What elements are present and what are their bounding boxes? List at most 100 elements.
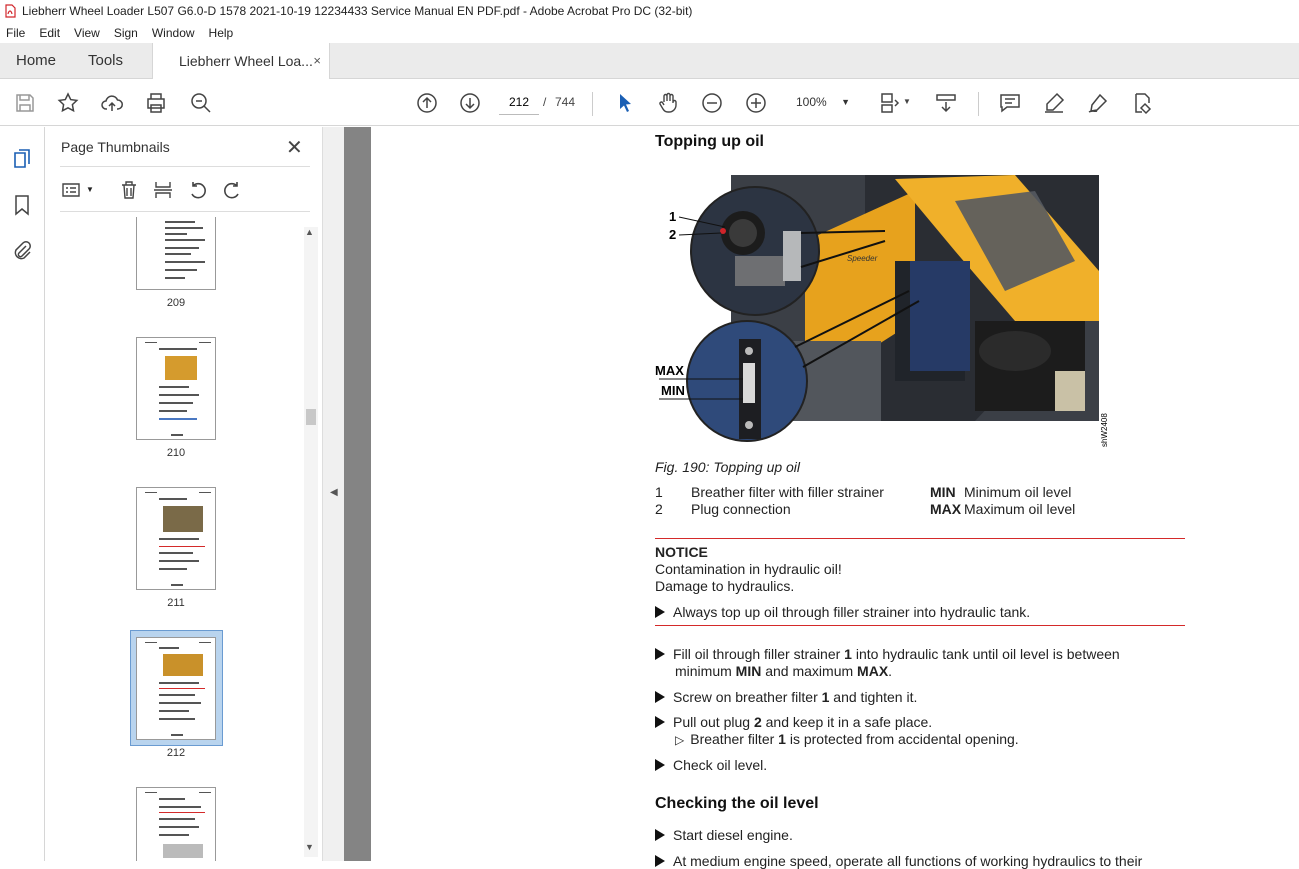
draw-pen-icon[interactable] <box>1085 90 1111 116</box>
menu-edit[interactable]: Edit <box>39 26 60 40</box>
page-number-input[interactable] <box>499 89 539 115</box>
figure-caption: Fig. 190: Topping up oil <box>655 459 801 475</box>
zoom-dropdown[interactable]: 100% ▼ <box>786 90 856 114</box>
close-panel-icon[interactable]: ✕ <box>286 135 303 160</box>
zoom-in-icon[interactable] <box>743 90 769 116</box>
close-tab-icon[interactable]: × <box>313 43 321 79</box>
divider <box>60 166 310 167</box>
legend-text: Breather filter with filler strainer <box>691 484 884 500</box>
action-arrow-icon <box>655 716 665 728</box>
find-zoom-icon[interactable] <box>188 90 214 116</box>
thumbnail-page[interactable] <box>136 217 216 290</box>
left-rail <box>0 127 45 861</box>
notice-title: NOTICE <box>655 544 708 560</box>
highlight-pen-icon[interactable] <box>1041 90 1067 116</box>
options-menu-icon[interactable] <box>60 179 84 203</box>
tab-document-label: Liebherr Wheel Loa... <box>179 53 313 69</box>
step-result: ▷ Breather filter 1 is protected from acc… <box>675 731 1019 747</box>
panel-collapse-strip[interactable]: ◀ <box>322 127 344 861</box>
page-thumbnails-icon[interactable] <box>10 147 36 173</box>
menu-file[interactable]: File <box>6 26 25 40</box>
toolbar-divider <box>592 92 593 116</box>
menu-window[interactable]: Window <box>152 26 195 40</box>
figure-code: shW2408 <box>1100 413 1109 447</box>
thumbnail-label: 212 <box>166 747 186 759</box>
legend-text: Minimum oil level <box>964 484 1072 500</box>
upload-cloud-icon[interactable] <box>99 90 125 116</box>
zoom-out-icon[interactable] <box>699 90 725 116</box>
document-viewport: Topping up oil Speeder 1 2 MAX MIN shW24… <box>344 127 1299 869</box>
options-chevron-icon[interactable]: ▼ <box>86 185 94 194</box>
action-arrow-icon <box>655 606 665 618</box>
step-operate-hydraulics: At medium engine speed, operate all func… <box>655 853 1142 869</box>
bookmarks-icon[interactable] <box>10 193 36 219</box>
tab-tools[interactable]: Tools <box>88 43 123 79</box>
result-arrow-icon: ▷ <box>675 733 685 747</box>
menu-bar: File Edit View Sign Window Help <box>0 22 1299 43</box>
window-title: Liebherr Wheel Loader L507 G6.0-D 1578 2… <box>22 4 693 18</box>
page-separator: / <box>543 95 547 109</box>
menu-help[interactable]: Help <box>209 26 234 40</box>
step-screw-filter: Screw on breather filter 1 and tighten i… <box>655 689 917 705</box>
toolbar <box>0 80 1299 126</box>
comment-icon[interactable] <box>997 90 1023 116</box>
collapse-left-icon[interactable]: ◀ <box>330 487 338 498</box>
page-thumbnails-panel: Page Thumbnails ✕ ▼ 209 210 211 212 ▲ ▼ <box>46 127 322 861</box>
select-cursor-icon[interactable] <box>612 90 638 116</box>
action-arrow-icon <box>655 691 665 703</box>
previous-page-icon[interactable] <box>414 90 440 116</box>
brand-lettering: Speeder <box>847 254 878 263</box>
page-total: 744 <box>555 95 576 109</box>
thumbnail-page[interactable] <box>136 487 216 590</box>
menu-view[interactable]: View <box>74 26 100 40</box>
acrobat-logo-icon <box>5 4 16 18</box>
legend-key: MAX <box>930 501 962 517</box>
page-layout-chevron-icon[interactable]: ▼ <box>903 97 911 106</box>
print-icon[interactable] <box>143 90 169 116</box>
insert-page-icon[interactable] <box>152 179 176 203</box>
rotate-right-icon[interactable] <box>221 179 245 203</box>
thumbnail-page[interactable] <box>136 787 216 861</box>
thumbnail-list: 209 210 211 212 <box>46 217 306 861</box>
save-icon[interactable] <box>12 90 38 116</box>
callout-min: MIN <box>661 383 685 398</box>
next-page-icon[interactable] <box>457 90 483 116</box>
thumbnail-label: 210 <box>166 447 186 459</box>
page-layout-icon[interactable] <box>876 90 902 116</box>
scrollbar-thumb[interactable] <box>306 409 316 425</box>
hand-tool-icon[interactable] <box>655 90 681 116</box>
callout-max: MAX <box>655 363 684 378</box>
legend-key: 2 <box>655 501 663 517</box>
scroll-mode-icon[interactable] <box>933 90 959 116</box>
notice-rule-bottom <box>655 625 1185 626</box>
tab-document[interactable]: Liebherr Wheel Loa... × <box>152 43 330 79</box>
rotate-left-icon[interactable] <box>187 179 211 203</box>
thumbnail-page[interactable] <box>136 337 216 440</box>
legend-key: 1 <box>655 484 663 500</box>
action-arrow-icon <box>655 648 665 660</box>
edit-pdf-icon[interactable] <box>1129 90 1155 116</box>
scroll-up-icon[interactable]: ▲ <box>305 227 314 237</box>
notice-action: Always top up oil through filler straine… <box>655 604 1030 620</box>
attachments-icon[interactable] <box>10 239 36 265</box>
thumbnail-scrollbar[interactable]: ▲ ▼ <box>304 227 318 857</box>
delete-page-icon[interactable] <box>118 179 142 203</box>
tab-bar: Home Tools Liebherr Wheel Loa... × <box>0 43 1299 79</box>
step-fill-oil: Fill oil through filler strainer 1 into … <box>655 646 1120 662</box>
section-heading: Topping up oil <box>655 133 764 150</box>
pdf-page: Topping up oil Speeder 1 2 MAX MIN shW24… <box>371 127 1299 869</box>
divider <box>60 211 310 212</box>
thumbnail-page-current[interactable] <box>136 637 216 740</box>
figure-topping-up-oil: Speeder 1 2 MAX MIN shW2408 <box>655 175 1109 447</box>
toolbar-divider <box>978 92 979 116</box>
notice-rule-top <box>655 538 1185 539</box>
callout-2: 2 <box>669 227 676 242</box>
legend-key: MIN <box>930 484 956 500</box>
tab-home[interactable]: Home <box>16 43 56 79</box>
bookmark-star-icon[interactable] <box>55 90 81 116</box>
scroll-down-icon[interactable]: ▼ <box>305 842 314 852</box>
step-start-engine: Start diesel engine. <box>655 827 793 843</box>
menu-sign[interactable]: Sign <box>114 26 138 40</box>
title-bar: Liebherr Wheel Loader L507 G6.0-D 1578 2… <box>0 0 1299 22</box>
panel-title: Page Thumbnails <box>61 139 170 155</box>
